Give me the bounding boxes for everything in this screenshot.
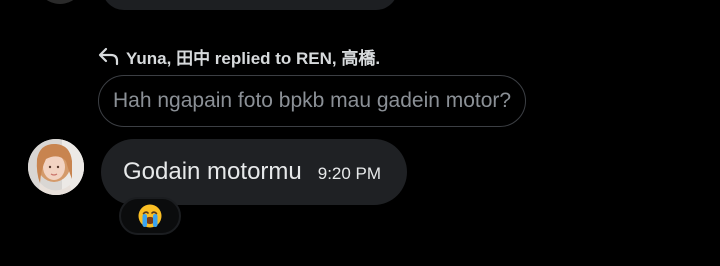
message-timestamp: 9:20 PM (317, 164, 382, 183)
reaction-badge[interactable] (119, 197, 181, 235)
reply-context: Yuna, 田中 replied to REN, 高橋. (98, 44, 380, 68)
reply-arrow-icon (98, 46, 120, 66)
quoted-message[interactable]: Hah ngapain foto bpkb mau gadein motor? (98, 75, 527, 127)
message-bubble[interactable]: Godain motormu 9:20 PM (101, 139, 408, 205)
previous-message-bubble[interactable] (102, 0, 398, 10)
reply-context-text: Yuna, 田中 replied to REN, 高橋. (126, 48, 381, 68)
sender-avatar[interactable] (28, 139, 84, 195)
previous-avatar[interactable] (36, 0, 84, 4)
message-text: Godain motormu (123, 158, 302, 185)
avatar-photo (28, 139, 84, 195)
quoted-message-text: Hah ngapain foto bpkb mau gadein motor? (113, 89, 512, 112)
loudly-crying-face-icon (138, 204, 162, 228)
dm-conversation: Yuna, 田中 replied to REN, 高橋. Hah ngapain… (0, 0, 720, 266)
